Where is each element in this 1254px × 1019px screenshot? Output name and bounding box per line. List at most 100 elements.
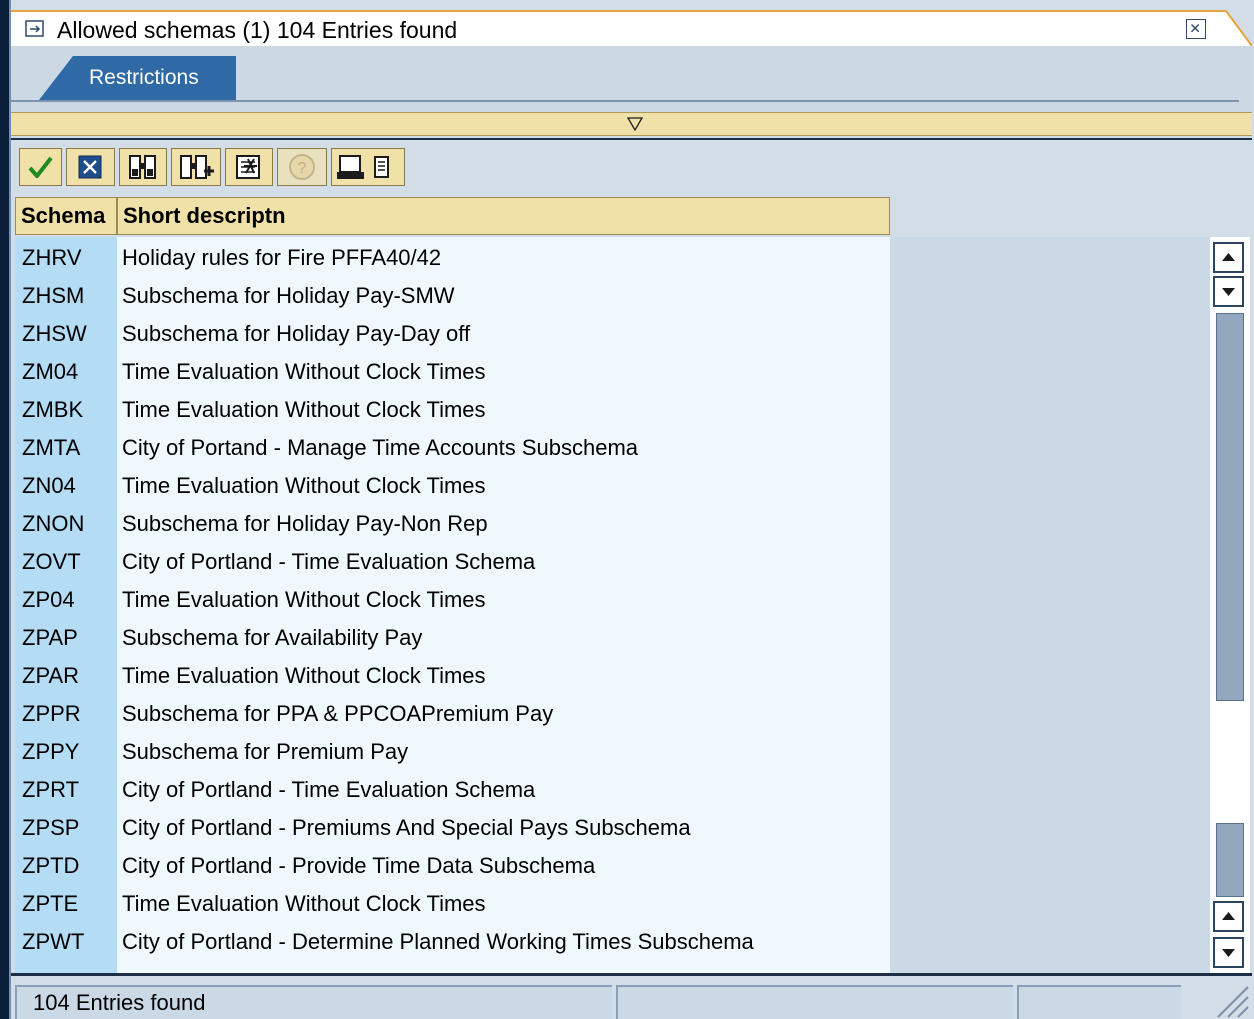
results-table: ZHRV Holiday rules for Fire PFFA40/42 ZHSM… bbox=[15, 237, 1210, 973]
cell-schema[interactable]: ZPTE bbox=[22, 891, 78, 917]
close-button[interactable] bbox=[1186, 19, 1206, 39]
cell-schema[interactable]: ZPAR bbox=[22, 663, 79, 689]
printer-icon bbox=[337, 155, 389, 179]
scroll-up-button[interactable] bbox=[1213, 242, 1244, 273]
table-row[interactable]: ZN04 Time Evaluation Without Clock Times bbox=[15, 467, 890, 505]
scroll-track-lower[interactable] bbox=[1216, 823, 1244, 897]
confirm-button[interactable] bbox=[19, 148, 62, 186]
table-row[interactable]: ZPTE Time Evaluation Without Clock Times bbox=[15, 885, 890, 923]
splitter-bar[interactable] bbox=[11, 112, 1252, 136]
table-row[interactable]: ZPWT City of Portland - Determine Planned… bbox=[15, 923, 890, 961]
cell-schema[interactable]: ZN04 bbox=[22, 473, 76, 499]
cancel-button[interactable] bbox=[66, 148, 115, 186]
new-list-button[interactable] bbox=[225, 148, 273, 186]
table-row[interactable]: ZMTA City of Portand - Manage Time Accoun… bbox=[15, 429, 890, 467]
cell-short-description[interactable]: Time Evaluation Without Clock Times bbox=[122, 891, 486, 917]
table-rows: ZHRV Holiday rules for Fire PFFA40/42 ZHSM… bbox=[15, 239, 890, 961]
table-row[interactable]: ZNON Subschema for Holiday Pay-Non Rep bbox=[15, 505, 890, 543]
table-row[interactable]: ZM04 Time Evaluation Without Clock Times bbox=[15, 353, 890, 391]
page-up-button[interactable] bbox=[1213, 901, 1244, 932]
table-row[interactable]: ZPSP City of Portland - Premiums And Spec… bbox=[15, 809, 890, 847]
page-down-button[interactable] bbox=[1213, 937, 1244, 968]
cell-short-description[interactable]: Subschema for Availability Pay bbox=[122, 625, 422, 651]
find-next-button[interactable] bbox=[171, 148, 221, 186]
status-field-3 bbox=[1017, 985, 1181, 1019]
scroll-track-upper[interactable] bbox=[1216, 313, 1244, 701]
cell-schema[interactable]: ZMBK bbox=[22, 397, 83, 423]
new-list-icon bbox=[236, 155, 260, 179]
cell-schema[interactable]: ZPPR bbox=[22, 701, 81, 727]
table-row[interactable]: ZPAP Subschema for Availability Pay bbox=[15, 619, 890, 657]
cell-short-description[interactable]: City of Portand - Manage Time Accounts S… bbox=[122, 435, 638, 461]
table-row[interactable]: ZMBK Time Evaluation Without Clock Times bbox=[15, 391, 890, 429]
column-header-short-descriptn[interactable]: Short descriptn bbox=[117, 197, 890, 235]
help-button[interactable]: ? bbox=[277, 148, 327, 186]
table-row[interactable]: ZPPR Subschema for PPA & PPCOAPremium Pay bbox=[15, 695, 890, 733]
title-corner-decoration bbox=[1226, 10, 1252, 48]
table-row[interactable]: ZP04 Time Evaluation Without Clock Times bbox=[15, 581, 890, 619]
cell-schema[interactable]: ZP04 bbox=[22, 587, 75, 613]
status-bar: 104 Entries found bbox=[11, 976, 1252, 1019]
arrow-up-icon bbox=[1222, 253, 1235, 261]
cell-schema[interactable]: ZHSW bbox=[22, 321, 87, 347]
cell-short-description[interactable]: City of Portland - Premiums And Special … bbox=[122, 815, 691, 841]
binoculars-icon bbox=[129, 155, 156, 179]
cell-short-description[interactable]: City of Portland - Determine Planned Wor… bbox=[122, 929, 754, 955]
toolbar: ? bbox=[11, 138, 1252, 196]
cell-schema[interactable]: ZHRV bbox=[22, 245, 82, 271]
cell-schema[interactable]: ZMTA bbox=[22, 435, 80, 461]
cell-short-description[interactable]: Time Evaluation Without Clock Times bbox=[122, 359, 486, 385]
table-row[interactable]: ZPTD City of Portland - Provide Time Data… bbox=[15, 847, 890, 885]
table-row[interactable]: ZPRT City of Portland - Time Evaluation S… bbox=[15, 771, 890, 809]
table-row[interactable]: ZPAR Time Evaluation Without Clock Times bbox=[15, 657, 890, 695]
status-field-2 bbox=[616, 985, 1013, 1019]
cell-short-description[interactable]: City of Portland - Time Evaluation Schem… bbox=[122, 549, 535, 575]
cell-schema[interactable]: ZPAP bbox=[22, 625, 78, 651]
scroll-down-button[interactable] bbox=[1213, 276, 1244, 307]
resize-grip-icon[interactable] bbox=[1210, 979, 1250, 1019]
cell-schema[interactable]: ZHSM bbox=[22, 283, 84, 309]
checkmark-icon bbox=[28, 156, 53, 178]
arrow-down-icon bbox=[1222, 288, 1235, 296]
table-row[interactable]: ZHSM Subschema for Holiday Pay-SMW bbox=[15, 277, 890, 315]
cell-short-description[interactable]: Time Evaluation Without Clock Times bbox=[122, 473, 486, 499]
cell-short-description[interactable]: Time Evaluation Without Clock Times bbox=[122, 663, 486, 689]
binoculars-plus-icon bbox=[180, 155, 214, 179]
cell-schema[interactable]: ZPSP bbox=[22, 815, 79, 841]
table-row[interactable]: ZHRV Holiday rules for Fire PFFA40/42 bbox=[15, 239, 890, 277]
cell-short-description[interactable]: Subschema for PPA & PPCOAPremium Pay bbox=[122, 701, 553, 727]
print-button[interactable] bbox=[331, 148, 405, 186]
arrow-down-icon bbox=[1222, 949, 1235, 957]
cell-schema[interactable]: ZPWT bbox=[22, 929, 84, 955]
cell-schema[interactable]: ZPPY bbox=[22, 739, 79, 765]
svg-text:?: ? bbox=[298, 160, 307, 177]
restrictions-area: Restrictions bbox=[11, 46, 1252, 114]
cell-short-description[interactable]: Subschema for Premium Pay bbox=[122, 739, 408, 765]
cell-short-description[interactable]: Time Evaluation Without Clock Times bbox=[122, 587, 486, 613]
tab-restrictions[interactable]: Restrictions bbox=[89, 66, 199, 90]
cell-schema[interactable]: ZNON bbox=[22, 511, 84, 537]
table-row[interactable]: ZOVT City of Portland - Time Evaluation S… bbox=[15, 543, 890, 581]
window-title: Allowed schemas (1) 104 Entries found bbox=[57, 17, 458, 43]
collapse-handle-icon[interactable] bbox=[625, 116, 645, 132]
table-row[interactable]: ZHSW Subschema for Holiday Pay-Day off bbox=[15, 315, 890, 353]
column-header-schema[interactable]: Schema bbox=[15, 197, 117, 235]
cell-short-description[interactable]: Holiday rules for Fire PFFA40/42 bbox=[122, 245, 441, 271]
cell-short-description[interactable]: Subschema for Holiday Pay-Day off bbox=[122, 321, 470, 347]
cell-schema[interactable]: ZPRT bbox=[22, 777, 79, 803]
cell-schema[interactable]: ZPTD bbox=[22, 853, 79, 879]
help-icon: ? bbox=[289, 154, 315, 180]
cell-short-description[interactable]: Subschema for Holiday Pay-Non Rep bbox=[122, 511, 488, 537]
cell-short-description[interactable]: City of Portland - Provide Time Data Sub… bbox=[122, 853, 595, 879]
cancel-x-icon bbox=[78, 155, 102, 179]
cell-short-description[interactable]: Time Evaluation Without Clock Times bbox=[122, 397, 486, 423]
cell-schema[interactable]: ZOVT bbox=[22, 549, 81, 575]
cell-short-description[interactable]: City of Portland - Time Evaluation Schem… bbox=[122, 777, 535, 803]
find-button[interactable] bbox=[119, 148, 167, 186]
cell-schema[interactable]: ZM04 bbox=[22, 359, 78, 385]
close-icon bbox=[1190, 23, 1200, 33]
vertical-scrollbar[interactable] bbox=[1210, 237, 1250, 973]
cell-short-description[interactable]: Subschema for Holiday Pay-SMW bbox=[122, 283, 455, 309]
title-bar: Allowed schemas (1) 104 Entries found bbox=[11, 10, 1252, 48]
table-row[interactable]: ZPPY Subschema for Premium Pay bbox=[15, 733, 890, 771]
